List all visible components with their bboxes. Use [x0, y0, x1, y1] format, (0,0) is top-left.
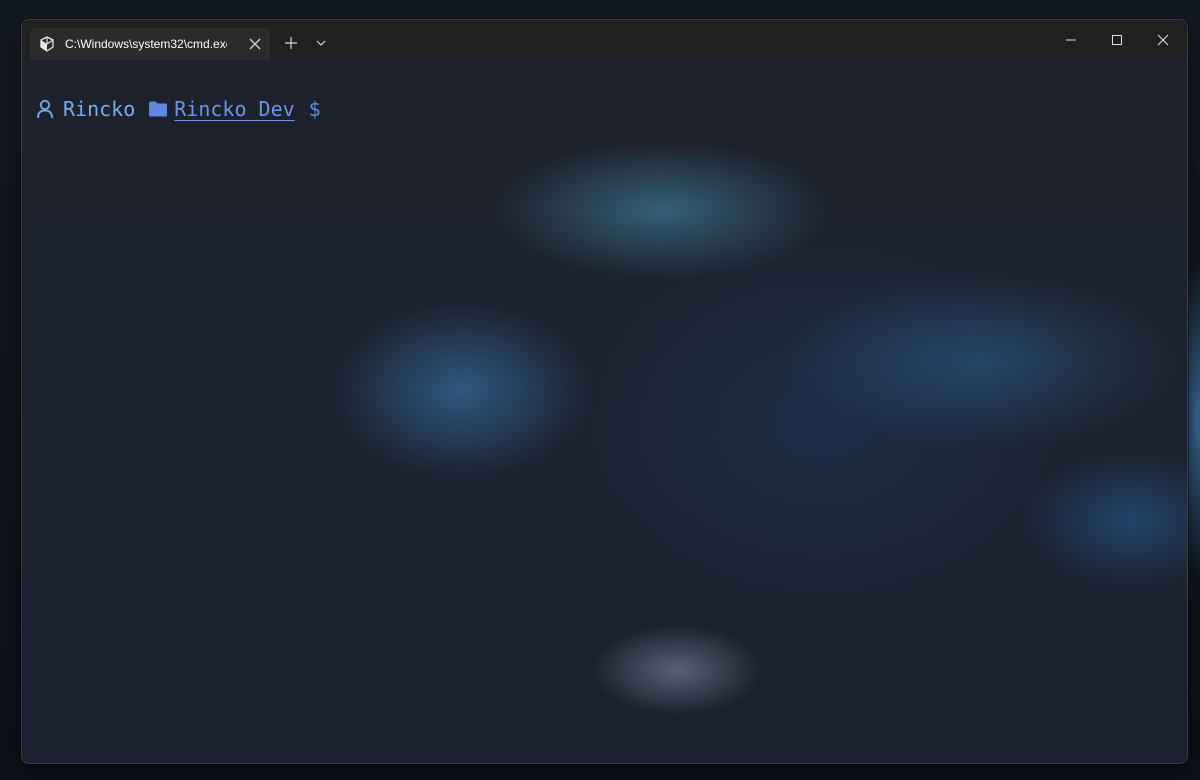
chevron-down-icon[interactable] — [314, 36, 328, 50]
prompt-user: Rincko — [63, 97, 136, 121]
prompt-directory-link[interactable]: Rincko Dev — [174, 97, 294, 121]
plus-icon[interactable] — [282, 34, 300, 52]
maximize-button[interactable] — [1094, 20, 1140, 60]
folder-icon — [149, 101, 168, 117]
desktop-background: C:\Windows\system32\cmd.exe Rincko Rinck… — [0, 0, 1200, 780]
tab-cmd[interactable]: C:\Windows\system32\cmd.exe — [30, 28, 270, 60]
close-tab-icon[interactable] — [248, 37, 262, 51]
terminal-app-icon — [40, 36, 54, 52]
title-bar: C:\Windows\system32\cmd.exe — [22, 20, 1187, 60]
shell-prompt: Rincko Rincko Dev $ — [36, 97, 321, 121]
close-icon — [1157, 34, 1169, 46]
user-icon — [37, 99, 53, 119]
terminal-window: C:\Windows\system32\cmd.exe Rincko Rinck… — [21, 19, 1188, 764]
terminal-content[interactable]: Rincko Rincko Dev $ — [22, 60, 1187, 763]
prompt-symbol: $ — [308, 97, 321, 121]
tab-title: C:\Windows\system32\cmd.exe — [65, 37, 227, 51]
maximize-icon — [1112, 35, 1122, 45]
minimize-button[interactable] — [1048, 20, 1094, 60]
close-window-button[interactable] — [1140, 20, 1186, 60]
minimize-icon — [1066, 39, 1076, 41]
